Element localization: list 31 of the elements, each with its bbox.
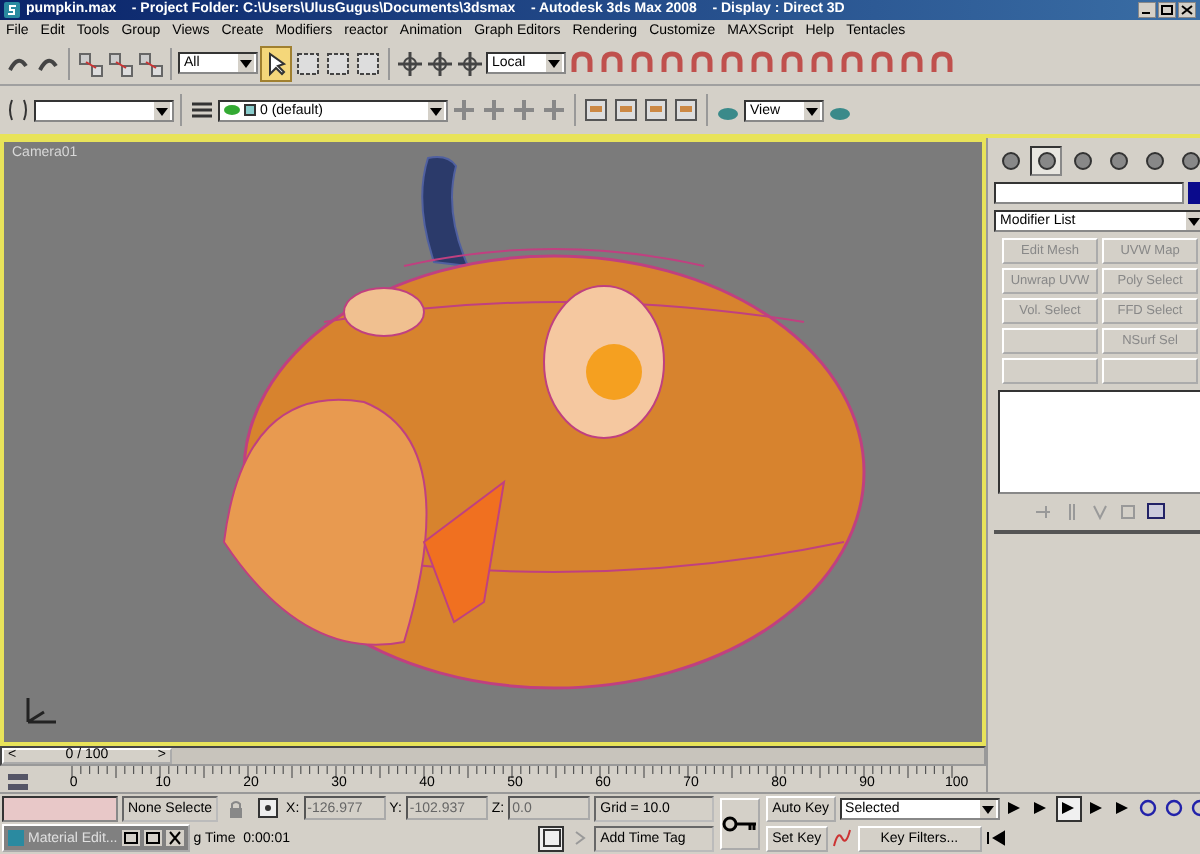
maximize-button[interactable] xyxy=(143,830,162,847)
cursor-icon[interactable] xyxy=(260,45,292,81)
dropdown-arrow-icon[interactable] xyxy=(804,101,820,120)
viewport-clipping-icon[interactable] xyxy=(538,825,565,852)
set-key-button[interactable] xyxy=(720,797,761,850)
layer-color-icon xyxy=(244,104,256,117)
dropdown-arrow-icon[interactable] xyxy=(154,101,170,120)
minimize-button[interactable] xyxy=(1138,1,1156,18)
key-icon xyxy=(722,815,759,832)
unlink-icon[interactable] xyxy=(106,47,134,79)
close-button[interactable] xyxy=(1178,1,1196,18)
dropdown-arrow-icon[interactable] xyxy=(979,799,996,818)
modifier-stack-list[interactable] xyxy=(998,389,1200,494)
dropdown-arrow-icon[interactable] xyxy=(428,101,444,120)
restore-button[interactable] xyxy=(1158,1,1176,18)
object-name-field[interactable] xyxy=(994,181,1184,204)
play-icon[interactable] xyxy=(1055,795,1082,822)
maxscript-listener-field[interactable] xyxy=(2,795,118,822)
move-icon[interactable] xyxy=(396,47,424,79)
app-icon xyxy=(4,1,20,18)
named-selection-dropdown[interactable] xyxy=(34,99,174,122)
axis-tripod-icon xyxy=(26,696,58,724)
link-icon[interactable] xyxy=(76,47,104,79)
dropdown-arrow-icon[interactable] xyxy=(238,54,254,72)
dropdown-arrow-icon[interactable] xyxy=(546,54,562,72)
dropdown-arrow-icon[interactable] xyxy=(1186,211,1200,230)
restore-button[interactable] xyxy=(121,830,140,847)
bind-icon[interactable] xyxy=(136,47,164,79)
app-icon xyxy=(8,830,24,847)
key-curve-icon[interactable] xyxy=(831,827,854,850)
close-button[interactable] xyxy=(165,830,184,847)
